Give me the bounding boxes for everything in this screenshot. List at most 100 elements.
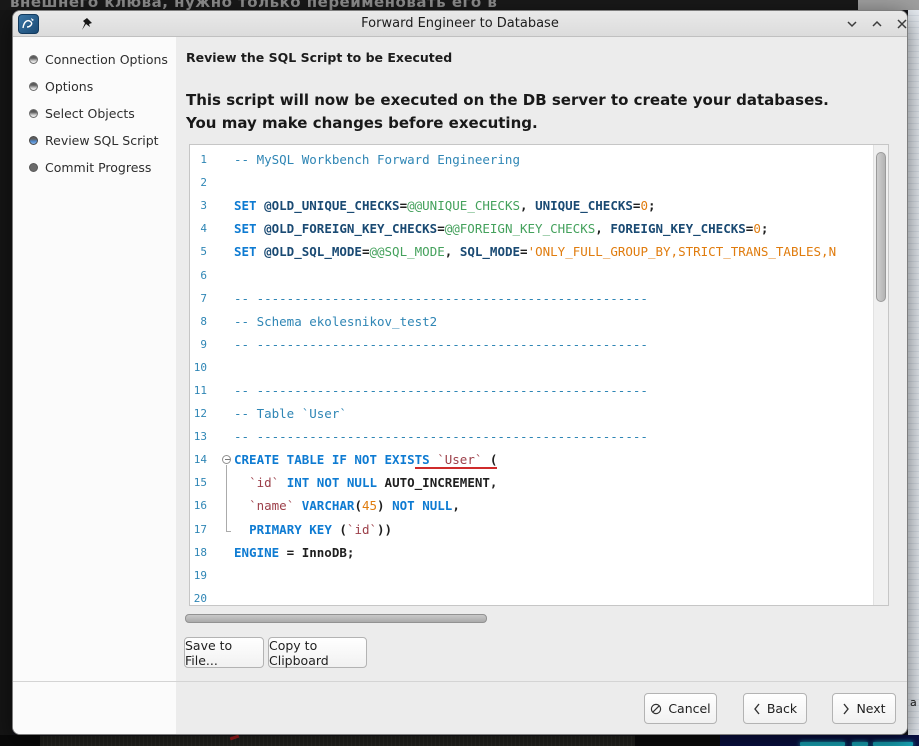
description-line-1: This script will now be executed on the … [186,89,829,112]
chevron-right-icon [842,703,850,715]
description-text: This script will now be executed on the … [186,89,829,135]
code-line: 16 `name` VARCHAR(45) NOT NULL, [190,494,872,517]
line-number: 19 [190,569,207,582]
fold-gutter [207,494,234,517]
copy-to-clipboard-button[interactable]: Copy to Clipboard [268,637,367,668]
fold-gutter [207,518,234,541]
fold-gutter [207,310,234,333]
step-commit-progress[interactable]: Commit Progress [29,160,151,174]
line-number: 11 [190,384,207,397]
teal-glow-segment [873,742,913,746]
line-number: 15 [190,476,207,489]
main-panel: Review the SQL Script to be Executed Thi… [176,37,908,735]
fold-gutter [207,217,234,240]
background-left-strip [0,10,12,746]
code-line: 1-- MySQL Workbench Forward Engineering [190,148,872,171]
background-right-char: a [910,696,917,709]
teal-glow-segment [852,742,868,746]
code-text: ENGINE = InnoDB; [234,545,354,560]
code-line: 13 -- -----------------------------------… [190,425,872,448]
next-label: Next [856,701,885,716]
step-label: Review SQL Script [45,133,159,148]
maximize-icon[interactable] [870,17,884,31]
fold-gutter [207,379,234,402]
wizard-steps-sidebar: Connection Options Options Select Object… [13,37,176,735]
fold-gutter [207,448,234,471]
code-line: 8 -- Schema ekolesnikov_test2 [190,310,872,333]
code-line: 11 -- -----------------------------------… [190,379,872,402]
code-text: -- Schema ekolesnikov_test2 [234,314,437,329]
step-label: Select Objects [45,106,135,121]
fold-gutter [207,402,234,425]
step-label: Options [45,79,93,94]
code-text: SET @OLD_SQL_MODE=@@SQL_MODE, SQL_MODE='… [234,244,836,259]
line-number: 9 [190,338,207,351]
line-number: 16 [190,499,207,512]
code-line: 3SET @OLD_UNIQUE_CHECKS=@@UNIQUE_CHECKS,… [190,194,872,217]
background-text: внешнего клюва, нужно только переименова… [10,0,497,10]
sql-editor-lines: 1-- MySQL Workbench Forward Engineering2… [190,148,872,606]
code-text: SET @OLD_FOREIGN_KEY_CHECKS=@@FOREIGN_KE… [234,221,768,236]
titlebar[interactable]: Forward Engineer to Database [13,11,907,37]
description-line-2: You may make changes before executing. [186,112,829,135]
line-number: 13 [190,430,207,443]
code-text: PRIMARY KEY (`id`)) [234,522,392,537]
fold-toggle-icon[interactable] [222,455,231,464]
fold-gutter [207,564,234,587]
line-number: 3 [190,199,207,212]
fold-gutter [207,263,234,286]
line-number: 4 [190,222,207,235]
background-bottom-mid [635,735,720,746]
next-button[interactable]: Next [832,693,896,724]
code-line: 14CREATE TABLE IF NOT EXISTS `User` ( [190,448,872,471]
code-text: -- -------------------------------------… [234,429,648,444]
code-line: 6 [190,263,872,286]
code-text: -- -------------------------------------… [234,337,648,352]
dialog-title: Forward Engineer to Database [13,11,907,37]
line-number: 1 [190,153,207,166]
line-number: 8 [190,315,207,328]
code-text: `name` VARCHAR(45) NOT NULL, [234,498,460,513]
fold-gutter [207,587,234,606]
vertical-scrollbar-thumb[interactable] [876,152,886,302]
close-icon[interactable] [895,17,908,31]
code-line: 9 -- ------------------------------------… [190,333,872,356]
back-button[interactable]: Back [743,693,807,724]
code-line: 17 PRIMARY KEY (`id`)) [190,518,872,541]
code-line: 15 `id` INT NOT NULL AUTO_INCREMENT, [190,471,872,494]
vertical-scrollbar[interactable] [873,145,888,605]
background-right-window-strip: a [908,10,919,735]
code-text: -- -------------------------------------… [234,383,648,398]
line-number: 12 [190,407,207,420]
line-number: 18 [190,546,207,559]
sql-script-editor[interactable]: 1-- MySQL Workbench Forward Engineering2… [189,144,889,606]
line-number: 5 [190,245,207,258]
line-number: 7 [190,292,207,305]
line-number: 20 [190,592,207,605]
line-number: 10 [190,361,207,374]
code-line: 7-- ------------------------------------… [190,287,872,310]
cancel-button[interactable]: Cancel [644,693,717,724]
fold-gutter [207,171,234,194]
horizontal-scrollbar-thumb[interactable] [185,614,487,623]
background-bottom-left [0,735,40,746]
fold-gutter [207,287,234,310]
save-to-file-label: Save to File... [185,638,263,668]
step-select-objects[interactable]: Select Objects [29,106,135,120]
page-title: Review the SQL Script to be Executed [186,50,452,65]
step-bullet-icon-current [29,136,38,145]
step-connection-options[interactable]: Connection Options [29,52,168,66]
fold-gutter [207,240,234,263]
shade-window-icon[interactable] [845,17,859,31]
code-line: 5 SET @OLD_SQL_MODE=@@SQL_MODE, SQL_MODE=… [190,240,872,263]
forward-engineer-dialog: Forward Engineer to Database Connection … [12,10,908,735]
line-number: 17 [190,523,207,536]
copy-to-clipboard-label: Copy to Clipboard [269,638,366,668]
teal-glow-segment [800,742,845,746]
save-to-file-button[interactable]: Save to File... [184,637,264,668]
step-options[interactable]: Options [29,79,93,93]
fold-gutter [207,356,234,379]
step-review-sql-script[interactable]: Review SQL Script [29,133,159,147]
background-bottom-toolbar [40,736,635,746]
code-line: 2 [190,171,872,194]
